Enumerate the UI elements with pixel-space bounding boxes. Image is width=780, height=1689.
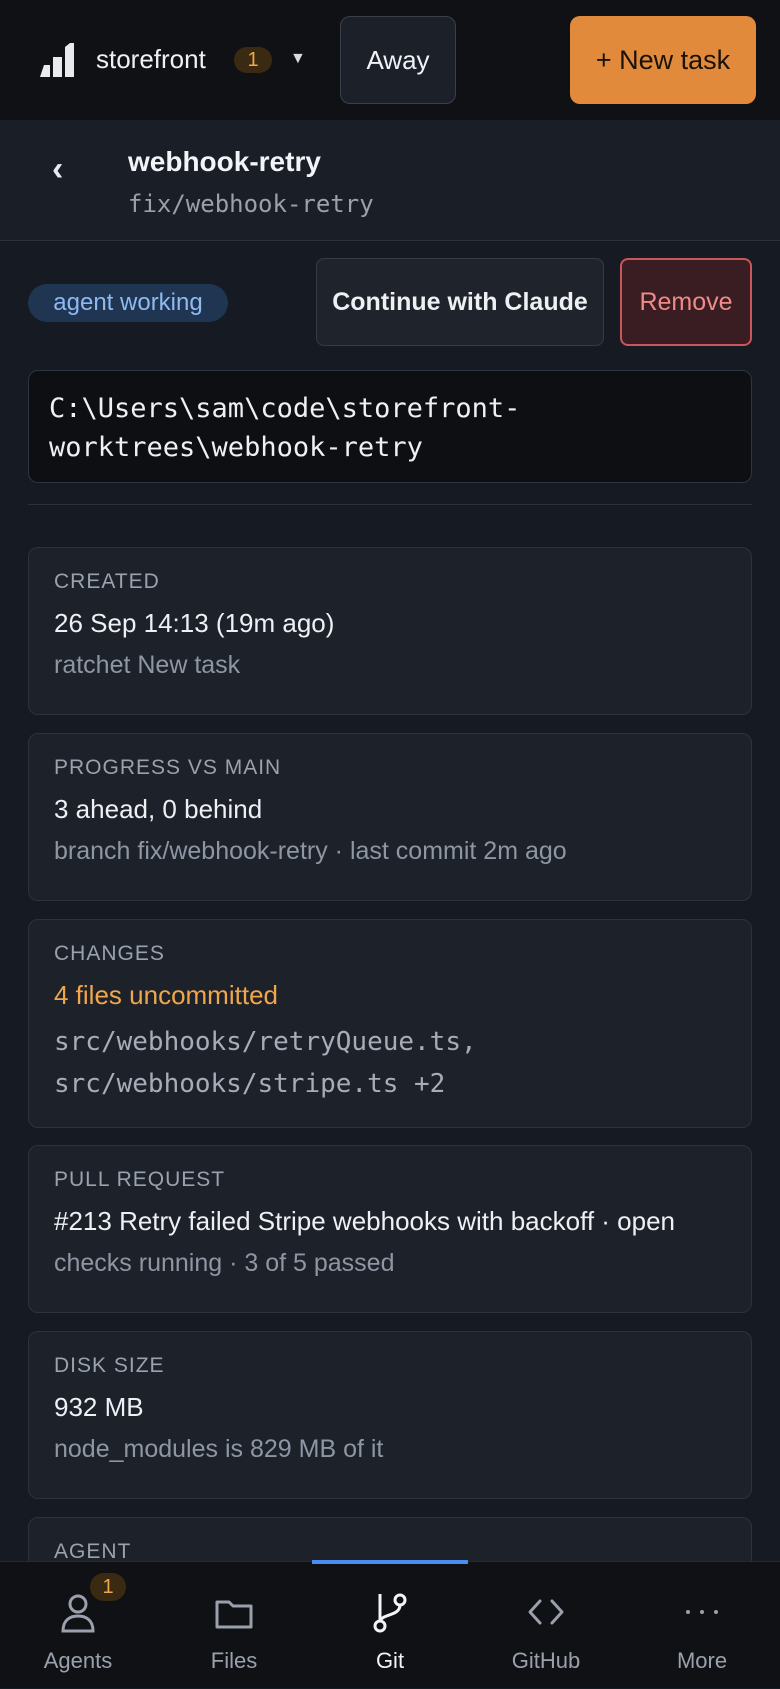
nav-agents[interactable]: Agents (0, 1562, 156, 1689)
nav-label: Git (375, 1648, 405, 1673)
card-sub: ratchet New task (54, 651, 241, 679)
task-branch: fix/webhook-retry (128, 190, 374, 218)
card-label: CHANGES (54, 942, 165, 965)
changed-file-line: src/webhooks/retryQueue.ts, (54, 1027, 477, 1057)
folder-icon (215, 1600, 253, 1629)
git-branch-icon (373, 1593, 407, 1633)
divider (28, 504, 752, 505)
card-value: 26 Sep 14:13 (19m ago) (54, 608, 335, 638)
top-bar: storefront 1 ▼ Away + New task (0, 0, 780, 120)
task-title: webhook-retry (128, 146, 321, 177)
nav-git[interactable]: Git (312, 1562, 468, 1689)
uncommitted-count: 4 files uncommitted (54, 980, 278, 1010)
card-sub: node_modules is 829 MB of it (54, 1435, 384, 1463)
continue-with-claude-button[interactable]: Continue with Claude (316, 258, 604, 346)
active-tab-indicator (312, 1560, 468, 1564)
code-brackets-icon (528, 1599, 564, 1625)
worktree-path-line1: C:\Users\sam\code\storefront- (49, 393, 521, 424)
nav-label: Files (210, 1648, 258, 1673)
changed-files: src/webhooks/retryQueue.ts, src/webhooks… (54, 1021, 726, 1105)
nav-label: GitHub (511, 1648, 581, 1673)
created-card: CREATED 26 Sep 14:13 (19m ago) ratchet N… (28, 547, 752, 715)
signal-bars-logo-icon (40, 43, 74, 77)
nav-label: Agents (43, 1648, 113, 1673)
changes-card: CHANGES 4 files uncommitted src/webhooks… (28, 919, 752, 1128)
card-value: 932 MB (54, 1392, 144, 1422)
status-badge: agent working (28, 284, 228, 322)
back-chevron-icon[interactable]: ‹ (52, 150, 63, 189)
task-header (0, 120, 780, 241)
project-count-badge: 1 (234, 47, 272, 73)
card-label: DISK SIZE (54, 1354, 165, 1377)
nav-more[interactable]: More (624, 1562, 780, 1689)
worktree-path-line2: worktrees\webhook-retry (49, 432, 423, 463)
disk-size-card: DISK SIZE 932 MB node_modules is 829 MB … (28, 1331, 752, 1499)
card-label: PROGRESS VS MAIN (54, 756, 282, 779)
remove-button[interactable]: Remove (620, 258, 752, 346)
pull-request-card[interactable]: PULL REQUEST #213 Retry failed Stripe we… (28, 1145, 752, 1313)
nav-label: More (676, 1648, 728, 1673)
more-dots-icon (686, 1610, 718, 1614)
nav-github[interactable]: GitHub (468, 1562, 624, 1689)
pull-request-title[interactable]: #213 Retry failed Stripe webhooks with b… (54, 1206, 726, 1237)
card-label: PULL REQUEST (54, 1168, 226, 1191)
progress-card: PROGRESS VS MAIN 3 ahead, 0 behind branc… (28, 733, 752, 901)
project-name[interactable]: storefront (96, 44, 206, 75)
card-label: CREATED (54, 570, 160, 593)
worktree-path: C:\Users\sam\code\storefront- worktrees\… (28, 370, 752, 483)
card-sub: checks running · 3 of 5 passed (54, 1249, 395, 1277)
chevron-down-icon[interactable]: ▼ (290, 50, 306, 68)
changed-file-line: src/webhooks/stripe.ts +2 (54, 1069, 446, 1099)
new-task-button[interactable]: + New task (570, 16, 756, 104)
away-button[interactable]: Away (340, 16, 456, 104)
card-value: 3 ahead, 0 behind (54, 794, 263, 824)
nav-files[interactable]: Files (156, 1562, 312, 1689)
agents-count-badge: 1 (90, 1573, 126, 1601)
card-sub: branch fix/webhook-retry · last commit 2… (54, 837, 567, 865)
